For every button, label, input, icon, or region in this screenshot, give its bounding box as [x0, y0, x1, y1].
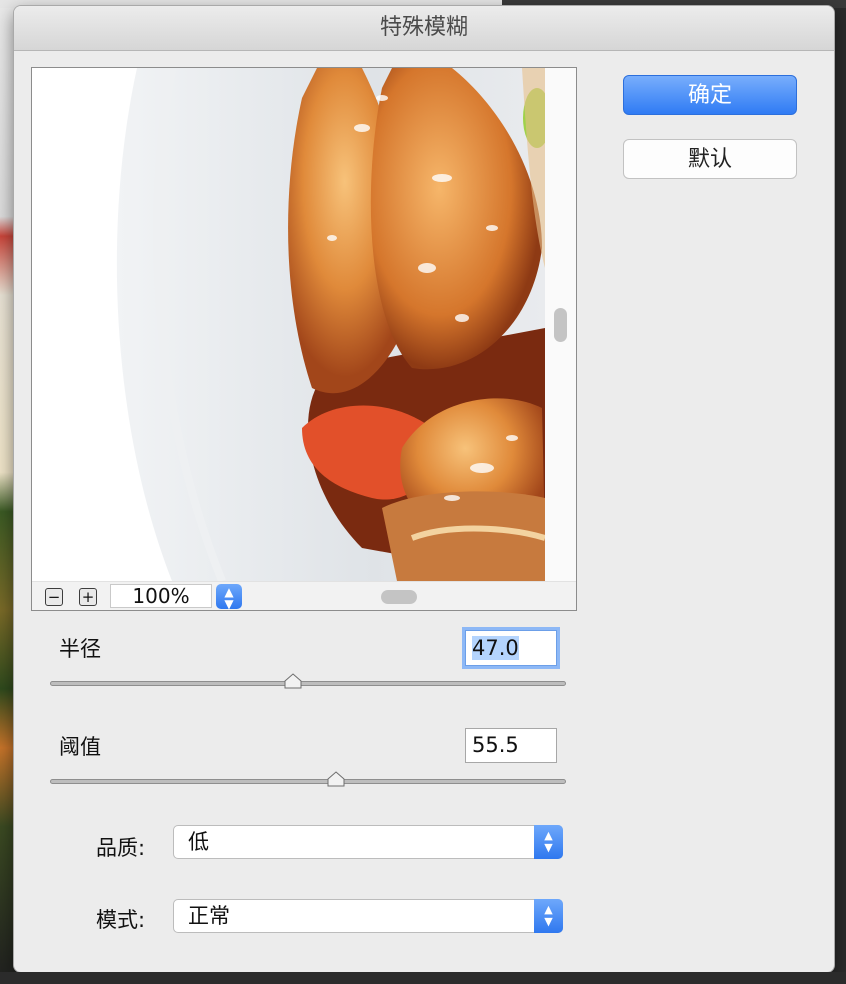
dialog-title: 特殊模糊 — [14, 6, 834, 51]
ok-button[interactable]: 确定 — [623, 75, 797, 115]
radius-slider-track[interactable] — [50, 681, 566, 686]
chevron-down-icon: ▼ — [544, 841, 553, 854]
preview-vertical-scrollbar[interactable] — [545, 68, 576, 581]
radius-label: 半径 — [59, 637, 101, 661]
background-bottom — [0, 972, 846, 984]
default-button[interactable]: 默认 — [623, 139, 797, 179]
mode-label: 模式: — [96, 908, 146, 932]
threshold-slider-track[interactable] — [50, 779, 566, 784]
zoom-stepper[interactable]: ▲ ▼ — [216, 584, 242, 611]
preview-panel: − + 100% ▲ ▼ — [31, 67, 577, 611]
special-blur-dialog: 特殊模糊 − + 100% ▲ ▼ 确定 默认 半径 47.0 阈值 55.5 … — [14, 6, 834, 972]
zoom-out-button[interactable]: − — [45, 588, 63, 606]
preview-zoom-bar: − + 100% ▲ ▼ — [32, 581, 576, 611]
radius-value-field[interactable]: 47.0 — [465, 630, 557, 666]
chevron-down-icon: ▼ — [224, 597, 234, 611]
quality-label: 品质: — [96, 836, 146, 860]
chevron-down-icon: ▼ — [544, 915, 553, 928]
mode-select-arrow[interactable]: ▲ ▼ — [534, 899, 563, 933]
quality-select[interactable]: 低 ▲ ▼ — [173, 825, 563, 859]
preview-image[interactable] — [32, 68, 545, 581]
zoom-level-field[interactable]: 100% — [110, 584, 212, 608]
horizontal-scroll-thumb[interactable] — [381, 590, 417, 604]
radius-slider-knob[interactable] — [284, 673, 302, 689]
zoom-in-button[interactable]: + — [79, 588, 97, 606]
vertical-scroll-thumb[interactable] — [554, 308, 567, 342]
mode-selected-value: 正常 — [188, 904, 230, 928]
threshold-slider-knob[interactable] — [327, 771, 345, 787]
mode-select[interactable]: 正常 ▲ ▼ — [173, 899, 563, 933]
threshold-value-field[interactable]: 55.5 — [465, 728, 557, 763]
radius-value-text: 47.0 — [472, 636, 519, 660]
threshold-label: 阈值 — [59, 735, 101, 759]
quality-select-arrow[interactable]: ▲ ▼ — [534, 825, 563, 859]
quality-selected-value: 低 — [188, 830, 209, 854]
